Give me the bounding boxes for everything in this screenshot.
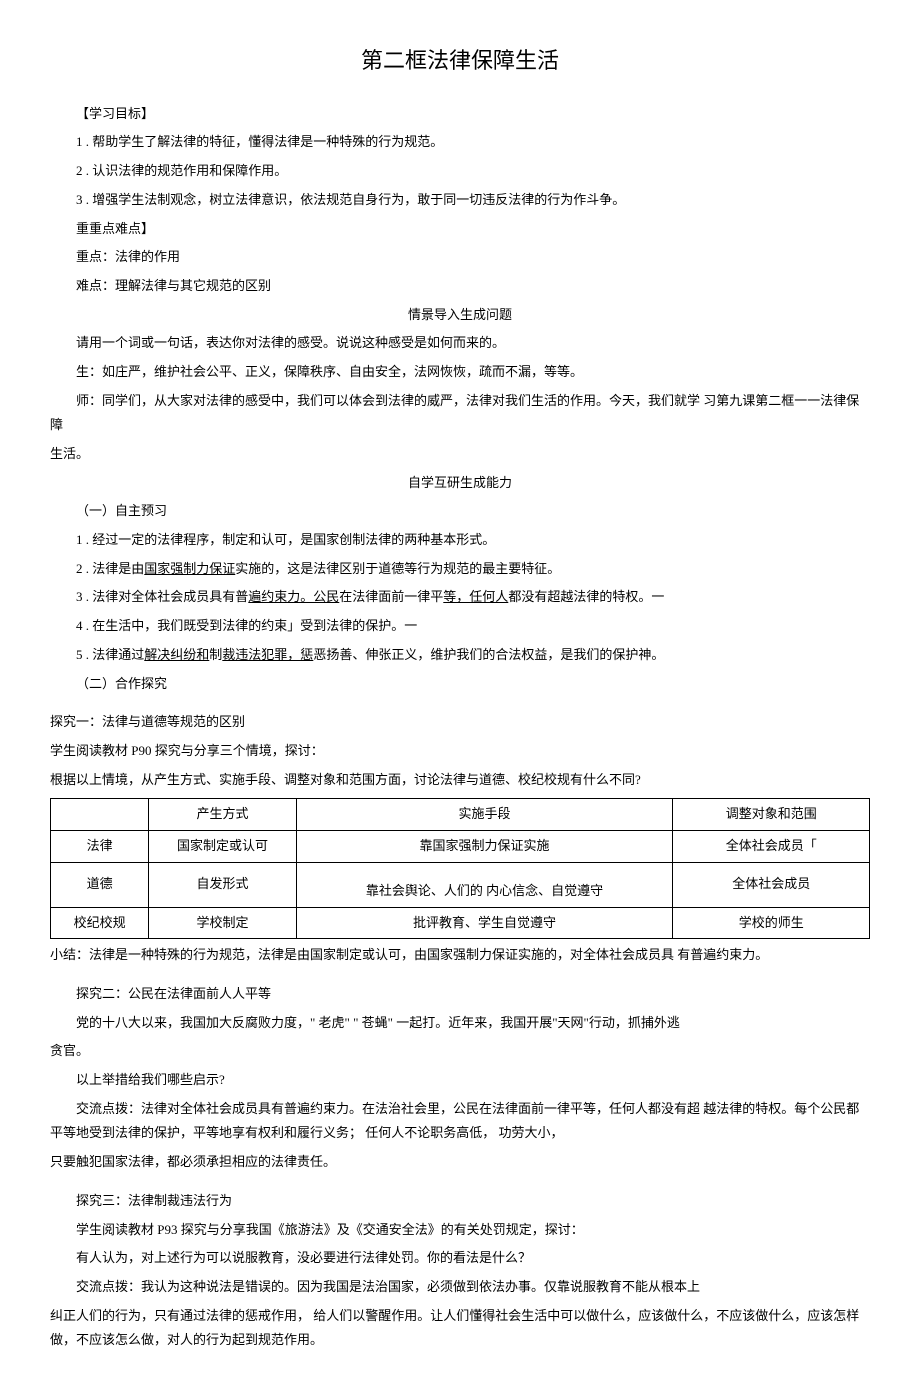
text-run: 在法律面前一律平 <box>339 589 443 604</box>
page-title: 第二框法律保障生活 <box>50 40 870 82</box>
table-header <box>51 799 149 831</box>
key-difficult-heading: 重重点难点】 <box>50 217 870 242</box>
table-cell: 全体社会成员 <box>673 862 870 907</box>
underlined-text: 国家强制力保证 <box>144 561 235 576</box>
table-row: 产生方式 实施手段 调整对象和范围 <box>51 799 870 831</box>
table-row: 法律 国家制定或认可 靠国家强制力保证实施 全体社会成员「 <box>51 830 870 862</box>
underlined-text: 解决纠纷和 <box>144 647 209 662</box>
selfstudy-item: 1 . 经过一定的法律程序，制定和认可，是国家创制法律的两种基本形式。 <box>50 528 870 553</box>
comparison-table: 产生方式 实施手段 调整对象和范围 法律 国家制定或认可 靠国家强制力保证实施 … <box>50 798 870 939</box>
inquiry-text: 根据以上情境，从产生方式、实施手段、调整对象和范围方面，讨论法律与道德、校纪校规… <box>50 768 870 793</box>
subsection-heading: （二）合作探究 <box>50 672 870 697</box>
scene-text: 生：如庄严，维护社会公平、正义，保障秩序、自由安全，法网恢恢，疏而不漏，等等。 <box>50 360 870 385</box>
table-cell: 校纪校规 <box>51 907 149 939</box>
key-point: 重点：法律的作用 <box>50 245 870 270</box>
inquiry-text: 只要触犯国家法律，都必须承担相应的法律责任。 <box>50 1150 870 1175</box>
scene-text: 生活。 <box>50 442 870 467</box>
table-cell: 学校制定 <box>149 907 296 939</box>
table-header: 调整对象和范围 <box>673 799 870 831</box>
inquiry-text: 党的十八大以来，我国加大反腐败力度，" 老虎" " 苍蝇" 一起打。近年来，我国… <box>50 1011 870 1036</box>
table-cell: 靠国家强制力保证实施 <box>296 830 673 862</box>
text-run: 实施的，这是法律区别于道德等行为规范的最主要特征。 <box>235 561 560 576</box>
inquiry-text: 交流点拨：法律对全体社会成员具有普遍约束力。在法治社会里，公民在法律面前一律平等… <box>50 1097 870 1146</box>
table-cell: 学校的师生 <box>673 907 870 939</box>
table-cell: 法律 <box>51 830 149 862</box>
scene-text: 师：同学们，从大家对法律的感受中，我们可以体会到法律的威严，法律对我们生活的作用… <box>50 389 870 438</box>
text-run: 5 . 法律通过 <box>76 647 144 662</box>
selfstudy-item: 2 . 法律是由国家强制力保证实施的，这是法律区别于道德等行为规范的最主要特征。 <box>50 557 870 582</box>
table-cell: 国家制定或认可 <box>149 830 296 862</box>
table-cell: 全体社会成员「 <box>673 830 870 862</box>
table-header: 实施手段 <box>296 799 673 831</box>
objective-item: 2 . 认识法律的规范作用和保障作用。 <box>50 159 870 184</box>
underlined-text: 裁违法犯罪，惩 <box>222 647 313 662</box>
inquiry-heading: 探究一：法律与道德等规范的区别 <box>50 710 870 735</box>
inquiry-text: 有人认为，对上述行为可以说服教育，没必要进行法律处罚。你的看法是什么？ <box>50 1246 870 1271</box>
inquiry-heading: 探究三：法律制裁违法行为 <box>50 1189 870 1214</box>
inquiry-text: 学生阅读教材 P90 探究与分享三个情境，探讨： <box>50 739 870 764</box>
inquiry-text: 贪官。 <box>50 1039 870 1064</box>
selfstudy-item: 3 . 法律对全体社会成员具有普遍约束力。公民在法律面前一律平等，任何人都没有超… <box>50 585 870 610</box>
underlined-text: 遍约束力。公民 <box>248 589 339 604</box>
table-cell: 批评教育、学生自觉遵守 <box>296 907 673 939</box>
inquiry-text: 学生阅读教材 P93 探究与分享我国《旅游法》及《交通安全法》的有关处罚规定，探… <box>50 1218 870 1243</box>
subsection-heading: （一）自主预习 <box>50 499 870 524</box>
difficult-point: 难点：理解法律与其它规范的区别 <box>50 274 870 299</box>
table-cell: 自发形式 <box>149 862 296 907</box>
text-run: 3 . 法律对全体社会成员具有普 <box>76 589 248 604</box>
table-row: 校纪校规 学校制定 批评教育、学生自觉遵守 学校的师生 <box>51 907 870 939</box>
inquiry-heading: 探究二：公民在法律面前人人平等 <box>50 982 870 1007</box>
text-run: 恶扬善、伸张正义，维护我们的合法权益，是我们的保护神。 <box>313 647 664 662</box>
summary-text: 小结：法律是一种特殊的行为规范，法律是由国家制定或认可，由国家强制力保证实施的，… <box>50 943 870 968</box>
table-cell: 靠社会舆论、人们的 内心信念、自觉遵守 <box>296 862 673 907</box>
text-run: 制 <box>209 647 222 662</box>
inquiry-text: 纠正人们的行为，只有通过法律的惩戒作用， 给人们以警醒作用。让人们懂得社会生活中… <box>50 1304 870 1353</box>
inquiry-text: 交流点拨：我认为这种说法是错误的。因为我国是法治国家，必须做到依法办事。仅靠说服… <box>50 1275 870 1300</box>
selfstudy-item: 4 . 在生活中，我们既受到法律的约束」受到法律的保护。一 <box>50 614 870 639</box>
text-run: 都没有超越法律的特权。一 <box>508 589 664 604</box>
table-row: 道德 自发形式 靠社会舆论、人们的 内心信念、自觉遵守 全体社会成员 <box>51 862 870 907</box>
selfstudy-heading: 自学互研生成能力 <box>50 471 870 496</box>
text-run: 2 . 法律是由 <box>76 561 144 576</box>
table-header: 产生方式 <box>149 799 296 831</box>
objective-item: 1 . 帮助学生了解法律的特征，懂得法律是一种特殊的行为规范。 <box>50 130 870 155</box>
scene-heading: 情景导入生成问题 <box>50 303 870 328</box>
underlined-text: 等，任何人 <box>443 589 508 604</box>
objectives-heading: 【学习目标】 <box>50 102 870 127</box>
selfstudy-item: 5 . 法律通过解决纠纷和制裁违法犯罪，惩恶扬善、伸张正义，维护我们的合法权益，… <box>50 643 870 668</box>
objective-item: 3 . 增强学生法制观念，树立法律意识，依法规范自身行为，敢于同一切违反法律的行… <box>50 188 870 213</box>
scene-text: 请用一个词或一句话，表达你对法律的感受。说说这种感受是如何而来的。 <box>50 331 870 356</box>
inquiry-text: 以上举措给我们哪些启示? <box>50 1068 870 1093</box>
table-cell: 道德 <box>51 862 149 907</box>
